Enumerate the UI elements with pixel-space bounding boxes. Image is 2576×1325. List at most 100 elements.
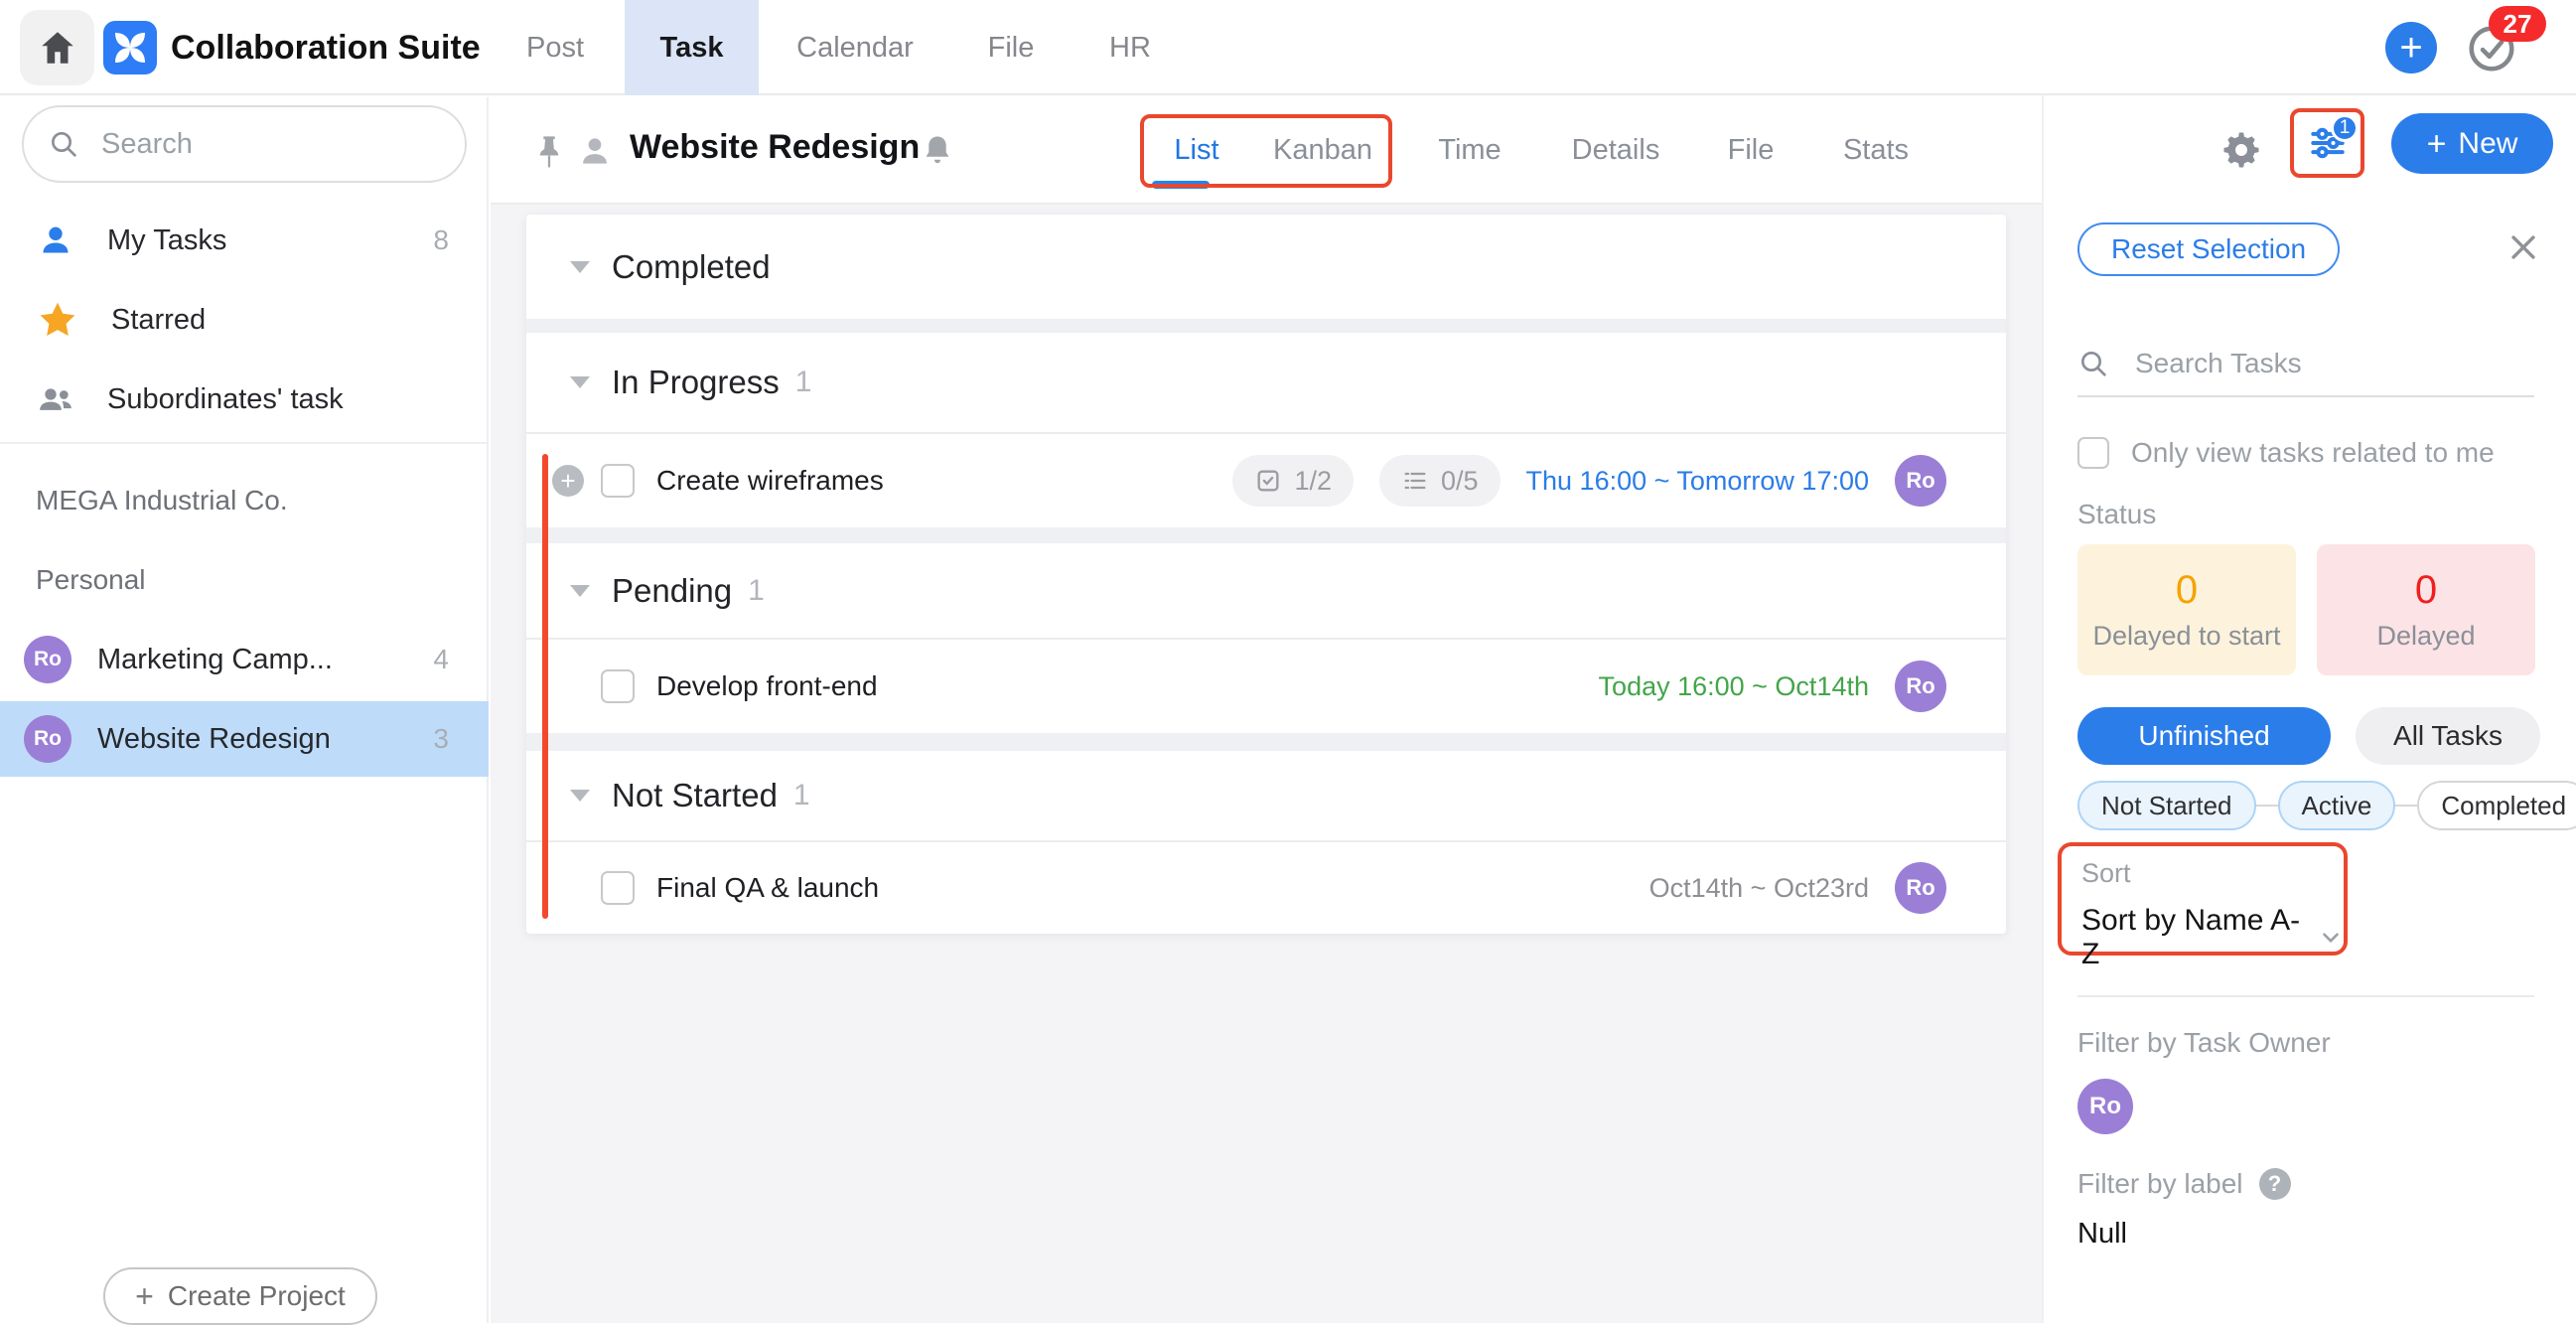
top-tab-post[interactable]: Post bbox=[515, 0, 595, 95]
sidebar-section-personal: Personal bbox=[36, 564, 146, 596]
checklist-progress-value: 0/5 bbox=[1441, 466, 1479, 497]
only-related-label: Only view tasks related to me bbox=[2131, 437, 2495, 469]
task-title[interactable]: Final QA & launch bbox=[656, 872, 879, 904]
sidebar-section-org: MEGA Industrial Co. bbox=[36, 485, 288, 516]
task-title[interactable]: Create wireframes bbox=[656, 465, 884, 497]
member-icon[interactable] bbox=[576, 131, 614, 171]
group-header-not-started[interactable]: Not Started 1 bbox=[526, 751, 2006, 840]
avatar[interactable]: Ro bbox=[1895, 455, 1946, 507]
top-tab-calendar[interactable]: Calendar bbox=[790, 0, 920, 95]
task-row-develop-front-end[interactable]: Develop front-end Today 16:00 ~ Oct14th … bbox=[526, 638, 2006, 733]
group-header-in-progress[interactable]: In Progress 1 bbox=[526, 333, 2006, 432]
task-row-create-wireframes[interactable]: + Create wireframes 1/2 bbox=[526, 432, 2006, 527]
sidebar-item-subordinates-task[interactable]: Subordinates' task bbox=[0, 363, 489, 436]
sidebar-project-website-redesign[interactable]: Ro Website Redesign 3 bbox=[0, 701, 489, 777]
task-checkbox[interactable] bbox=[601, 871, 635, 905]
owner-filter-label: Filter by Task Owner bbox=[2077, 1027, 2331, 1059]
label-filter-row: Filter by label ? bbox=[2077, 1168, 2291, 1200]
group-count: 1 bbox=[748, 574, 765, 608]
top-tab-hr[interactable]: HR bbox=[1090, 0, 1170, 95]
sidebar-item-label: My Tasks bbox=[107, 224, 226, 257]
pin-icon[interactable] bbox=[532, 133, 566, 171]
main-area: Website Redesign List Kanban Time Detail… bbox=[491, 97, 2042, 1323]
task-checkbox[interactable] bbox=[601, 464, 635, 498]
status-pill-active[interactable]: Active bbox=[2278, 781, 2396, 830]
project-label: Website Redesign bbox=[97, 723, 331, 756]
subtask-progress-badge[interactable]: 1/2 bbox=[1232, 455, 1354, 507]
sidebar-project-marketing-campaign[interactable]: Ro Marketing Camp... 4 bbox=[0, 622, 489, 697]
person-icon bbox=[36, 221, 75, 260]
sidebar-item-label: Subordinates' task bbox=[107, 383, 344, 416]
top-tab-file[interactable]: File bbox=[971, 0, 1051, 95]
subtask-progress-value: 1/2 bbox=[1294, 466, 1332, 497]
avatar: Ro bbox=[24, 715, 72, 763]
panel-search-input[interactable] bbox=[2135, 348, 2493, 379]
label-filter-label: Filter by label bbox=[2077, 1168, 2243, 1200]
section-separator bbox=[526, 527, 2006, 543]
avatar[interactable]: Ro bbox=[1895, 862, 1946, 914]
gear-icon[interactable] bbox=[2220, 129, 2262, 171]
help-icon[interactable]: ? bbox=[2259, 1168, 2291, 1200]
sidebar-search-box[interactable] bbox=[22, 105, 467, 183]
task-due-date[interactable]: Oct14th ~ Oct23rd bbox=[1649, 873, 1869, 904]
label-filter-value[interactable]: Null bbox=[2077, 1218, 2127, 1251]
todo-count-badge: 27 bbox=[2489, 6, 2546, 42]
all-tasks-filter-pill[interactable]: All Tasks bbox=[2356, 707, 2540, 765]
sidebar-search-input[interactable] bbox=[101, 128, 429, 161]
view-tab-file[interactable]: File bbox=[1711, 97, 1790, 203]
view-tab-details[interactable]: Details bbox=[1566, 97, 1665, 203]
delayed-card[interactable]: 0 Delayed bbox=[2317, 544, 2535, 675]
create-project-button[interactable]: + Create Project bbox=[103, 1267, 377, 1325]
task-title[interactable]: Develop front-end bbox=[656, 670, 878, 702]
status-pill-group: Not Started Active Completed bbox=[2077, 781, 2544, 830]
only-related-checkbox[interactable] bbox=[2077, 437, 2109, 469]
sidebar-item-starred[interactable]: Starred bbox=[0, 283, 489, 357]
bell-icon[interactable] bbox=[920, 130, 955, 170]
task-checkbox[interactable] bbox=[601, 669, 635, 703]
sidebar-item-my-tasks[interactable]: My Tasks 8 bbox=[0, 204, 489, 277]
home-button[interactable] bbox=[20, 10, 94, 85]
status-pill-completed[interactable]: Completed bbox=[2417, 781, 2576, 830]
group-title: Completed bbox=[612, 248, 771, 286]
avatar[interactable]: Ro bbox=[1895, 661, 1946, 712]
sidebar: My Tasks 8 Starred Subordinates' task ME… bbox=[0, 97, 489, 1323]
caret-down-icon bbox=[570, 376, 590, 388]
plus-icon: + bbox=[135, 1280, 154, 1312]
view-tab-time[interactable]: Time bbox=[1430, 97, 1509, 203]
panel-divider bbox=[2077, 995, 2534, 997]
annotation-box-sort: Sort Sort by Name A-Z bbox=[2058, 842, 2348, 956]
view-tab-kanban[interactable]: Kanban bbox=[1273, 97, 1372, 203]
view-tab-stats[interactable]: Stats bbox=[1826, 97, 1926, 203]
group-title: Not Started bbox=[612, 777, 778, 814]
owner-avatar[interactable]: Ro bbox=[2077, 1079, 2133, 1134]
task-due-date[interactable]: Today 16:00 ~ Oct14th bbox=[1599, 671, 1869, 702]
sort-dropdown[interactable]: Sort by Name A-Z bbox=[2081, 904, 2344, 971]
group-header-completed[interactable]: Completed bbox=[526, 215, 2006, 319]
global-add-button[interactable]: + bbox=[2385, 22, 2437, 74]
new-task-button[interactable]: + New bbox=[2391, 113, 2553, 174]
filter-settings-button[interactable]: 1 bbox=[2290, 108, 2364, 178]
delayed-label: Delayed bbox=[2376, 621, 2475, 652]
checklist-progress-badge[interactable]: 0/5 bbox=[1379, 455, 1501, 507]
filter-count-badge: 1 bbox=[2331, 114, 2359, 142]
panel-search-box[interactable] bbox=[2077, 332, 2534, 397]
pill-connector bbox=[2395, 805, 2417, 807]
create-project-label: Create Project bbox=[168, 1280, 346, 1312]
unfinished-filter-pill[interactable]: Unfinished bbox=[2077, 707, 2331, 765]
top-tab-task[interactable]: Task bbox=[625, 0, 759, 95]
delayed-to-start-label: Delayed to start bbox=[2092, 621, 2280, 652]
sidebar-item-label: Starred bbox=[111, 304, 206, 337]
task-due-date[interactable]: Thu 16:00 ~ Tomorrow 17:00 bbox=[1526, 466, 1869, 497]
close-icon[interactable] bbox=[2506, 230, 2540, 264]
delayed-to-start-card[interactable]: 0 Delayed to start bbox=[2077, 544, 2296, 675]
status-section-label: Status bbox=[2077, 499, 2156, 530]
status-pill-not-started[interactable]: Not Started bbox=[2077, 781, 2256, 830]
group-header-pending[interactable]: Pending 1 bbox=[526, 543, 2006, 638]
project-count: 4 bbox=[433, 644, 449, 675]
group-count: 1 bbox=[795, 366, 812, 399]
add-subtask-icon[interactable]: + bbox=[552, 465, 584, 497]
only-related-checkbox-row[interactable]: Only view tasks related to me bbox=[2077, 437, 2495, 469]
task-row-final-qa-launch[interactable]: Final QA & launch Oct14th ~ Oct23rd Ro bbox=[526, 840, 2006, 934]
reset-selection-button[interactable]: Reset Selection bbox=[2077, 222, 2340, 276]
group-title: Pending bbox=[612, 572, 732, 610]
